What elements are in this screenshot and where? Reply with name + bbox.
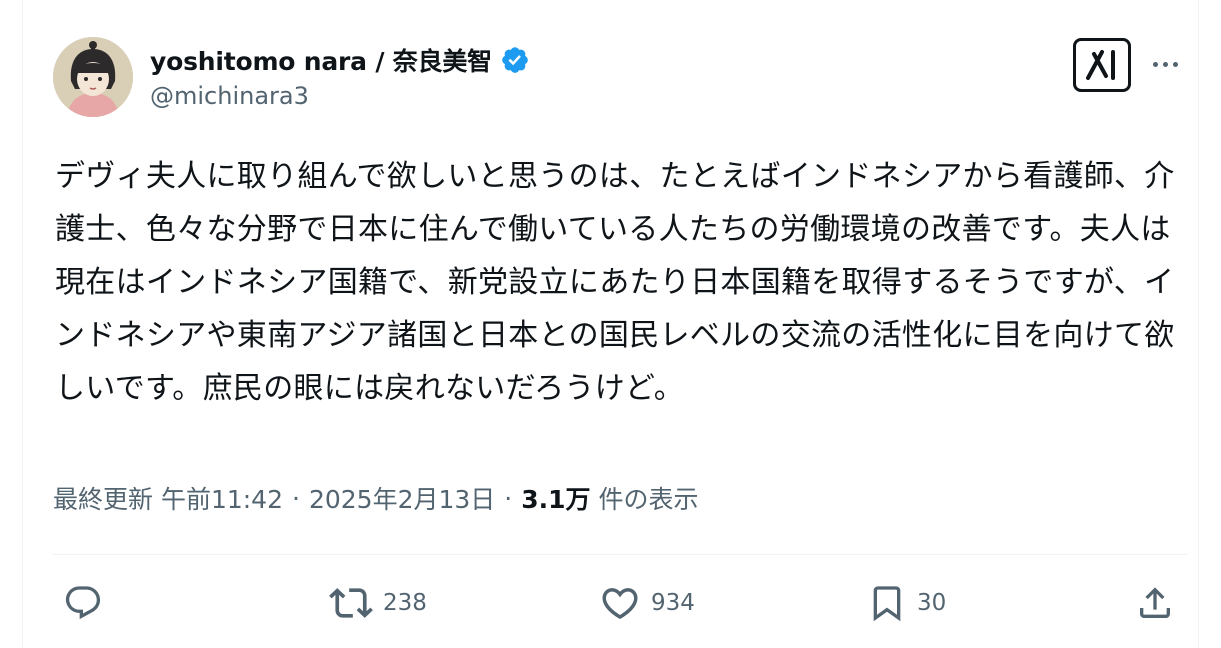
grok-icon [1086,50,1115,80]
avatar[interactable] [53,37,133,117]
grok-button[interactable] [1073,38,1131,92]
views-count[interactable]: 3.1万 [521,480,590,516]
tweet-actions: 238 934 30 [53,575,1187,631]
tweet-date[interactable]: 2025年2月13日 [309,480,495,516]
bookmark-count: 30 [917,590,947,616]
tweet-text: デヴィ夫人に取り組んで欲しいと思うのは、たとえばインドネシアから看護師、介護士、… [55,159,1175,406]
retweet-arrows-icon [329,588,373,618]
meta-separator: · [292,483,300,513]
reply-bubble-icon [65,586,101,620]
tweet-time[interactable]: 最終更新 午前11:42 [53,480,283,516]
meta-separator: · [504,483,513,513]
more-dots-icon [1152,61,1158,67]
like-count: 934 [651,590,695,616]
divider [53,554,1187,555]
retweet-button[interactable]: 238 [329,575,427,631]
like-button[interactable]: 934 [599,575,695,631]
views-label: 件の表示 [598,485,699,514]
author-handle[interactable]: @michinara3 [150,82,309,110]
avatar-illustration [53,37,133,117]
author-name-row: yoshitomo nara / 奈良美智 [150,42,530,78]
verified-badge-icon[interactable] [500,45,530,75]
author-display-name[interactable]: yoshitomo nara / 奈良美智 [150,42,492,78]
bookmark-icon [873,586,901,622]
share-upload-icon [1140,587,1170,618]
share-button[interactable] [1135,575,1175,631]
bookmark-button[interactable]: 30 [867,575,946,631]
retweet-count: 238 [383,590,427,616]
tweet-meta: 最終更新 午前11:42 · 2025年2月13日 · 3.1万 件の表示 [53,478,699,518]
reply-button[interactable] [63,575,113,631]
more-options-button[interactable] [1145,50,1185,78]
heart-icon [602,588,638,620]
